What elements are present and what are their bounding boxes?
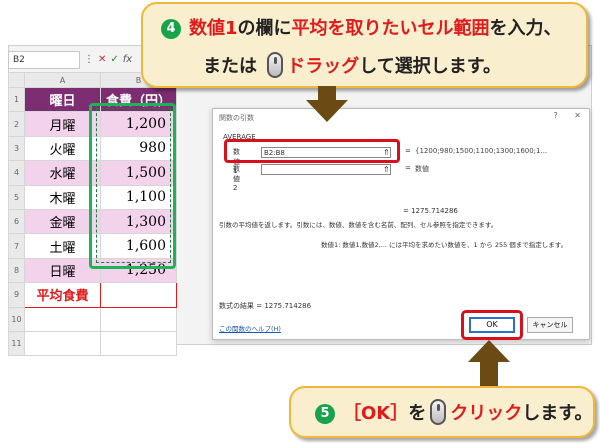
- cancel-button[interactable]: キャンセル: [527, 317, 573, 333]
- function-arguments-dialog: 関数の引数 ? ✕ AVERAGE 数値1 B2:B8 ⇑ = {1200;98…: [212, 108, 590, 340]
- arrow-down-icon: [306, 100, 348, 122]
- arg2-equals: =: [405, 164, 411, 172]
- callout-text: を入力、: [489, 18, 562, 39]
- callout-text: 平均を取りたいセル範囲: [291, 18, 490, 39]
- selection-marquee: [96, 108, 171, 263]
- arg2-label: 数値2: [233, 165, 240, 192]
- callout-text: ドラッグ: [287, 56, 360, 77]
- arrow-up-shaft: [480, 361, 498, 388]
- callout-text: 数値1: [189, 18, 238, 39]
- cell-b11[interactable]: [100, 330, 177, 357]
- callout-text: を: [408, 403, 427, 424]
- formula-bar-controls: ⋮ ✕ ✓ fx: [84, 51, 144, 69]
- callout-text: ［OK］: [343, 403, 409, 424]
- more-icon: ⋮: [84, 54, 94, 65]
- formula-result: 数式の結果 = 1275.714286: [219, 302, 312, 310]
- ok-button[interactable]: OK: [469, 317, 515, 333]
- instruction-callout-step4: 4 数値1の欄に平均を取りたいセル範囲を入力、 または ドラッグして選択します。: [141, 2, 588, 88]
- callout-text: の欄に: [237, 18, 292, 39]
- step-number-badge: 5: [315, 404, 335, 424]
- dialog-window-controls[interactable]: ? ✕: [554, 111, 582, 120]
- cell-b10[interactable]: [100, 306, 177, 332]
- help-link[interactable]: この関数のヘルプ(H): [219, 323, 281, 333]
- name-box[interactable]: B2: [8, 51, 80, 69]
- step-number-badge: 4: [161, 19, 181, 39]
- callout-step4-line2: または ドラッグして選択します。: [203, 52, 501, 78]
- row-header[interactable]: 4: [8, 160, 25, 186]
- mouse-icon: [267, 52, 284, 78]
- callout-text: して選択します。: [359, 56, 501, 77]
- row-header[interactable]: 2: [8, 111, 25, 137]
- row-header[interactable]: 9: [8, 282, 25, 308]
- row-header[interactable]: 10: [8, 306, 25, 332]
- arrow-up-icon: [468, 340, 510, 362]
- row-header[interactable]: 11: [8, 330, 25, 357]
- function-result: = 1275.714286: [403, 207, 458, 215]
- argument-description: 数値1: 数値1,数値2,... には平均を求めたい数値を、1 から 255 個…: [321, 241, 568, 249]
- collapse-dialog-icon[interactable]: ⇑: [383, 165, 390, 174]
- arg1-equals: =: [405, 147, 411, 155]
- callout-text: します。: [522, 403, 593, 424]
- callout-text: または: [203, 56, 257, 77]
- select-all-corner[interactable]: [8, 72, 25, 88]
- row-header[interactable]: 1: [8, 86, 25, 113]
- arg1-result: {1200;980;1500;1100;1300;1600;1...: [415, 147, 548, 155]
- cell-a10[interactable]: [24, 306, 101, 332]
- arg2-input[interactable]: [261, 164, 391, 175]
- confirm-icon[interactable]: ✓: [110, 54, 118, 65]
- dialog-title: 関数の引数: [219, 114, 254, 122]
- column-header-a[interactable]: A: [24, 72, 101, 88]
- mouse-icon: [430, 399, 447, 425]
- row-header[interactable]: 8: [8, 257, 25, 284]
- row-header[interactable]: 5: [8, 184, 25, 210]
- cell-a11[interactable]: [24, 330, 101, 357]
- function-description: 引数の平均値を返します。引数には、数値、数値を含む名前、配列、セル参照を指定でき…: [219, 221, 498, 229]
- callout-text: クリック: [450, 403, 523, 424]
- row-header[interactable]: 6: [8, 208, 25, 235]
- row-header[interactable]: 3: [8, 135, 25, 162]
- arg2-result: 数値: [415, 165, 429, 173]
- callout-step4-line1: 4 数値1の欄に平均を取りたいセル範囲を入力、: [161, 14, 562, 40]
- cell-b9[interactable]: [100, 282, 177, 308]
- cancel-icon[interactable]: ✕: [98, 54, 106, 65]
- fx-icon[interactable]: fx: [123, 54, 132, 65]
- row-header[interactable]: 7: [8, 233, 25, 259]
- instruction-callout-step5: 5 ［OK］を クリックします。: [289, 386, 595, 438]
- arg1-highlight: [224, 139, 400, 163]
- callout-step5-text: 5 ［OK］を クリックします。: [315, 399, 592, 425]
- cell-a9[interactable]: 平均食費: [24, 282, 101, 308]
